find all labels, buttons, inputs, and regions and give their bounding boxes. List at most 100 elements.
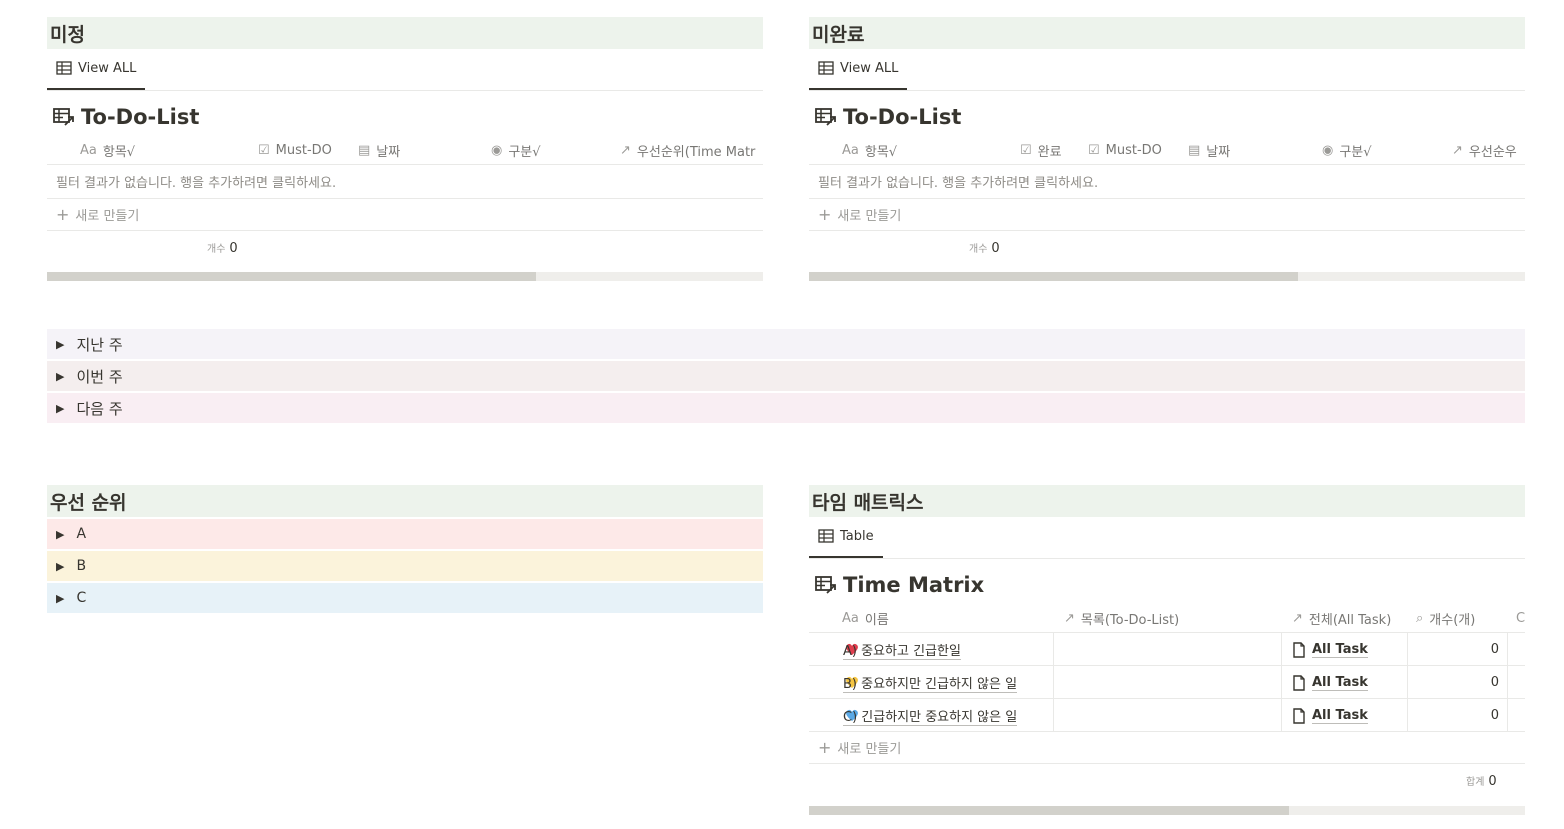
row-name-cell[interactable]: B) 중요하지만 긴급하지 않은 일 — [809, 666, 1054, 699]
toggle-triangle-icon[interactable]: ▶ — [56, 592, 64, 605]
text-type-icon: Aa — [842, 610, 859, 626]
empty-filter-message[interactable]: 필터 결과가 없습니다. 행을 추가하려면 클릭하세요. — [809, 165, 1525, 199]
column-header-done[interactable]: ☑ 완료 — [1020, 135, 1062, 164]
table-row[interactable]: A) 중요하고 긴급한일 All Task 0 — [809, 633, 1525, 666]
new-row-button[interactable]: + 새로 만들기 — [47, 199, 763, 231]
incomplete-section: 미완료 View ALL To-Do-List Aa 항목√ ☑ 완료 ☑ Must-… — [809, 17, 1525, 281]
row-all-task-cell[interactable]: All Task — [1282, 633, 1408, 666]
table-icon — [56, 61, 72, 75]
plus-icon: + — [818, 205, 832, 224]
row-count-cell[interactable]: 0 — [1408, 699, 1508, 732]
plus-icon: + — [56, 205, 70, 224]
toggle-triangle-icon[interactable]: ▶ — [56, 560, 64, 573]
table-row[interactable]: C) 긴급하지만 중요하지 않은 일 All Task 0 — [809, 699, 1525, 732]
database-title[interactable]: Time Matrix — [809, 567, 1525, 603]
linked-database-icon — [53, 108, 74, 126]
horizontal-scrollbar[interactable] — [809, 806, 1525, 815]
calendar-icon: ▤ — [1188, 142, 1201, 158]
toggle-priority-b[interactable]: ▶ B — [47, 551, 763, 581]
column-header-count[interactable]: ⌕ 개수(개) — [1416, 603, 1475, 632]
formula-icon: C — [1516, 610, 1525, 626]
column-header-priority[interactable]: ↗ 우선순우 — [1452, 135, 1517, 164]
row-todo-list-cell[interactable] — [1054, 666, 1282, 699]
new-row-button[interactable]: + 새로 만들기 — [809, 732, 1525, 764]
tab-label: View ALL — [840, 60, 899, 76]
count-footer: 개수 0 — [809, 231, 1525, 263]
toggle-triangle-icon[interactable]: ▶ — [56, 528, 64, 541]
select-icon: ◉ — [1322, 142, 1334, 158]
count-value[interactable]: 개수 0 — [207, 240, 238, 256]
database-title[interactable]: To-Do-List — [47, 99, 763, 135]
row-name-cell[interactable]: C) 긴급하지만 중요하지 않은 일 — [809, 699, 1054, 732]
column-header-priority[interactable]: ↗ 우선순위(Time Matr — [620, 135, 755, 164]
sum-value[interactable]: 합계 0 — [1466, 773, 1497, 789]
database-title[interactable]: To-Do-List — [809, 99, 1525, 135]
empty-filter-message[interactable]: 필터 결과가 없습니다. 행을 추가하려면 클릭하세요. — [47, 165, 763, 199]
page-icon — [1293, 707, 1305, 724]
row-name-cell[interactable]: A) 중요하고 긴급한일 — [809, 633, 1054, 666]
scrollbar-thumb[interactable] — [809, 806, 1289, 815]
table-icon — [818, 529, 834, 543]
row-all-task-cell[interactable]: All Task — [1282, 666, 1408, 699]
relation-arrow-icon: ↗ — [1292, 610, 1303, 626]
relation-arrow-icon: ↗ — [1452, 142, 1463, 158]
column-header-more[interactable]: C — [1516, 603, 1525, 632]
plus-icon: + — [818, 738, 832, 757]
count-value[interactable]: 개수 0 — [969, 240, 1000, 256]
column-header-name[interactable]: Aa 이름 — [842, 603, 889, 632]
text-type-icon: Aa — [842, 142, 859, 158]
row-todo-list-cell[interactable] — [1054, 633, 1282, 666]
toggle-triangle-icon[interactable]: ▶ — [56, 338, 64, 351]
column-header-date[interactable]: ▤ 날짜 — [1188, 135, 1230, 164]
column-header-category[interactable]: ◉ 구분√ — [1322, 135, 1372, 164]
table-row[interactable]: B) 중요하지만 긴급하지 않은 일 All Task 0 — [809, 666, 1525, 699]
row-count-cell[interactable]: 0 — [1408, 633, 1508, 666]
time-matrix-section: 타임 매트릭스 Table Time Matrix Aa 이름 ↗ 목록(To-Do… — [809, 485, 1525, 815]
view-tabs: Table — [809, 517, 1525, 559]
column-header-all-task[interactable]: ↗ 전체(All Task) — [1292, 603, 1391, 632]
toggle-last-week[interactable]: ▶ 지난 주 — [47, 329, 1525, 359]
toggle-priority-c[interactable]: ▶ C — [47, 583, 763, 613]
table-header: Aa 항목√ ☑ 완료 ☑ Must-DO ▤ 날짜 ◉ 구분√ ↗ 우선순우 — [809, 135, 1525, 165]
column-header-title[interactable]: Aa 항목√ — [80, 135, 135, 164]
horizontal-scrollbar[interactable] — [47, 272, 763, 281]
page-icon — [1293, 674, 1305, 691]
tab-label: View ALL — [78, 60, 137, 76]
tab-table[interactable]: Table — [809, 516, 883, 558]
relation-arrow-icon: ↗ — [620, 142, 631, 158]
column-header-must-do[interactable]: ☑ Must-DO — [258, 135, 332, 164]
count-footer: 개수 0 — [47, 231, 763, 263]
column-header-category[interactable]: ◉ 구분√ — [491, 135, 541, 164]
scrollbar-thumb[interactable] — [47, 272, 536, 281]
toggle-priority-a[interactable]: ▶ A — [47, 519, 763, 549]
tab-label: Table — [840, 528, 874, 544]
tab-view-all[interactable]: View ALL — [809, 48, 908, 90]
toggle-triangle-icon[interactable]: ▶ — [56, 402, 64, 415]
horizontal-scrollbar[interactable] — [809, 272, 1525, 281]
tab-view-all[interactable]: View ALL — [47, 48, 146, 90]
relation-arrow-icon: ↗ — [1064, 610, 1075, 626]
table-header: Aa 항목√ ☑ Must-DO ▤ 날짜 ◉ 구분√ ↗ 우선순위(Time Matr — [47, 135, 763, 165]
scrollbar-thumb[interactable] — [809, 272, 1298, 281]
calendar-icon: ▤ — [358, 142, 371, 158]
database-title-text: To-Do-List — [81, 105, 200, 129]
row-count-cell[interactable]: 0 — [1408, 666, 1508, 699]
view-tabs: View ALL — [809, 49, 1525, 91]
column-header-must-do[interactable]: ☑ Must-DO — [1088, 135, 1162, 164]
database-title-text: Time Matrix — [843, 573, 985, 597]
section-header: 미완료 — [809, 17, 1525, 49]
sum-footer: 합계 0 — [809, 764, 1525, 796]
column-header-title[interactable]: Aa 항목√ — [842, 135, 897, 164]
new-row-button[interactable]: + 새로 만들기 — [809, 199, 1525, 231]
toggle-triangle-icon[interactable]: ▶ — [56, 370, 64, 383]
checkbox-icon: ☑ — [1088, 142, 1100, 158]
column-header-todo-list[interactable]: ↗ 목록(To-Do-List) — [1064, 603, 1179, 632]
toggle-this-week[interactable]: ▶ 이번 주 — [47, 361, 1525, 391]
section-header: 우선 순위 — [47, 485, 763, 517]
column-header-date[interactable]: ▤ 날짜 — [358, 135, 400, 164]
view-tabs: View ALL — [47, 49, 763, 91]
row-todo-list-cell[interactable] — [1054, 699, 1282, 732]
toggle-next-week[interactable]: ▶ 다음 주 — [47, 393, 1525, 423]
table-header: Aa 이름 ↗ 목록(To-Do-List) ↗ 전체(All Task) ⌕ 개수(개… — [809, 603, 1525, 633]
row-all-task-cell[interactable]: All Task — [1282, 699, 1408, 732]
